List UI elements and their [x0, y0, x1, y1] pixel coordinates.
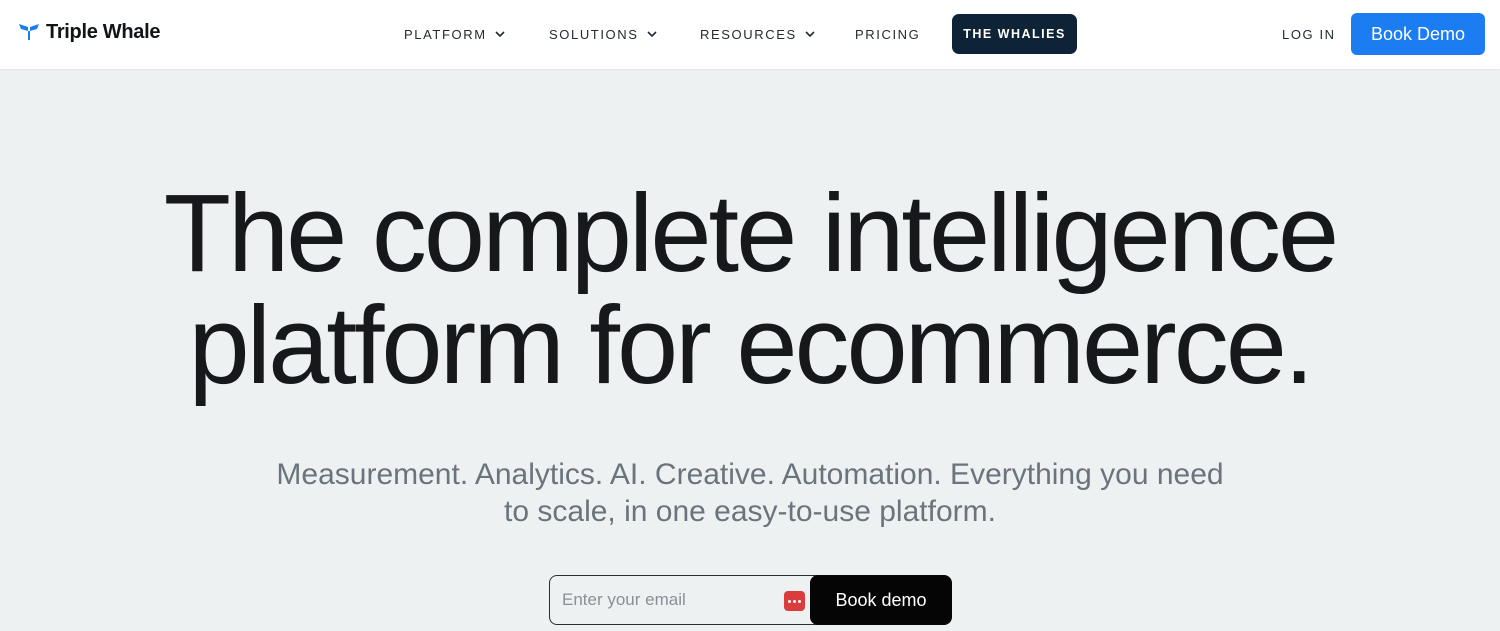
- email-signup-form: Book demo: [549, 575, 952, 625]
- chevron-down-icon: [494, 28, 506, 40]
- nav-platform-label: PLATFORM: [404, 26, 487, 42]
- login-link[interactable]: LOG IN: [1282, 24, 1336, 44]
- nav-platform[interactable]: PLATFORM: [404, 24, 506, 44]
- book-demo-submit-button[interactable]: Book demo: [810, 575, 952, 625]
- chevron-down-icon: [804, 28, 816, 40]
- hero-subheadline-line-1: Measurement. Analytics. AI. Creative. Au…: [276, 458, 1224, 491]
- password-manager-icon[interactable]: [784, 591, 805, 611]
- hero-headline-line-1: The complete intelligence: [163, 172, 1339, 295]
- email-field-wrapper: [549, 575, 820, 625]
- main-nav: PLATFORM SOLUTIONS RESOURCES PRICING THE…: [0, 0, 1500, 69]
- nav-pricing[interactable]: PRICING: [855, 24, 920, 44]
- chevron-down-icon: [646, 28, 658, 40]
- site-header: Triple Whale PLATFORM SOLUTIONS RESOURCE…: [0, 0, 1500, 69]
- hero-subheadline-line-2: to scale, in one easy-to-use platform.: [504, 495, 996, 528]
- hero-subheadline: Measurement. Analytics. AI. Creative. Au…: [0, 456, 1500, 530]
- email-input[interactable]: [562, 576, 777, 624]
- hero-headline-line-2: platform for ecommerce.: [188, 284, 1314, 407]
- nav-solutions-label: SOLUTIONS: [549, 26, 639, 42]
- book-demo-header-button[interactable]: Book Demo: [1351, 13, 1485, 55]
- nav-resources-label: RESOURCES: [700, 26, 797, 42]
- hero-headline: The complete intelligence platform for e…: [0, 178, 1500, 402]
- the-whalies-button[interactable]: THE WHALIES: [952, 14, 1077, 54]
- nav-resources[interactable]: RESOURCES: [700, 24, 816, 44]
- nav-pricing-label: PRICING: [855, 26, 921, 42]
- nav-solutions[interactable]: SOLUTIONS: [549, 24, 658, 44]
